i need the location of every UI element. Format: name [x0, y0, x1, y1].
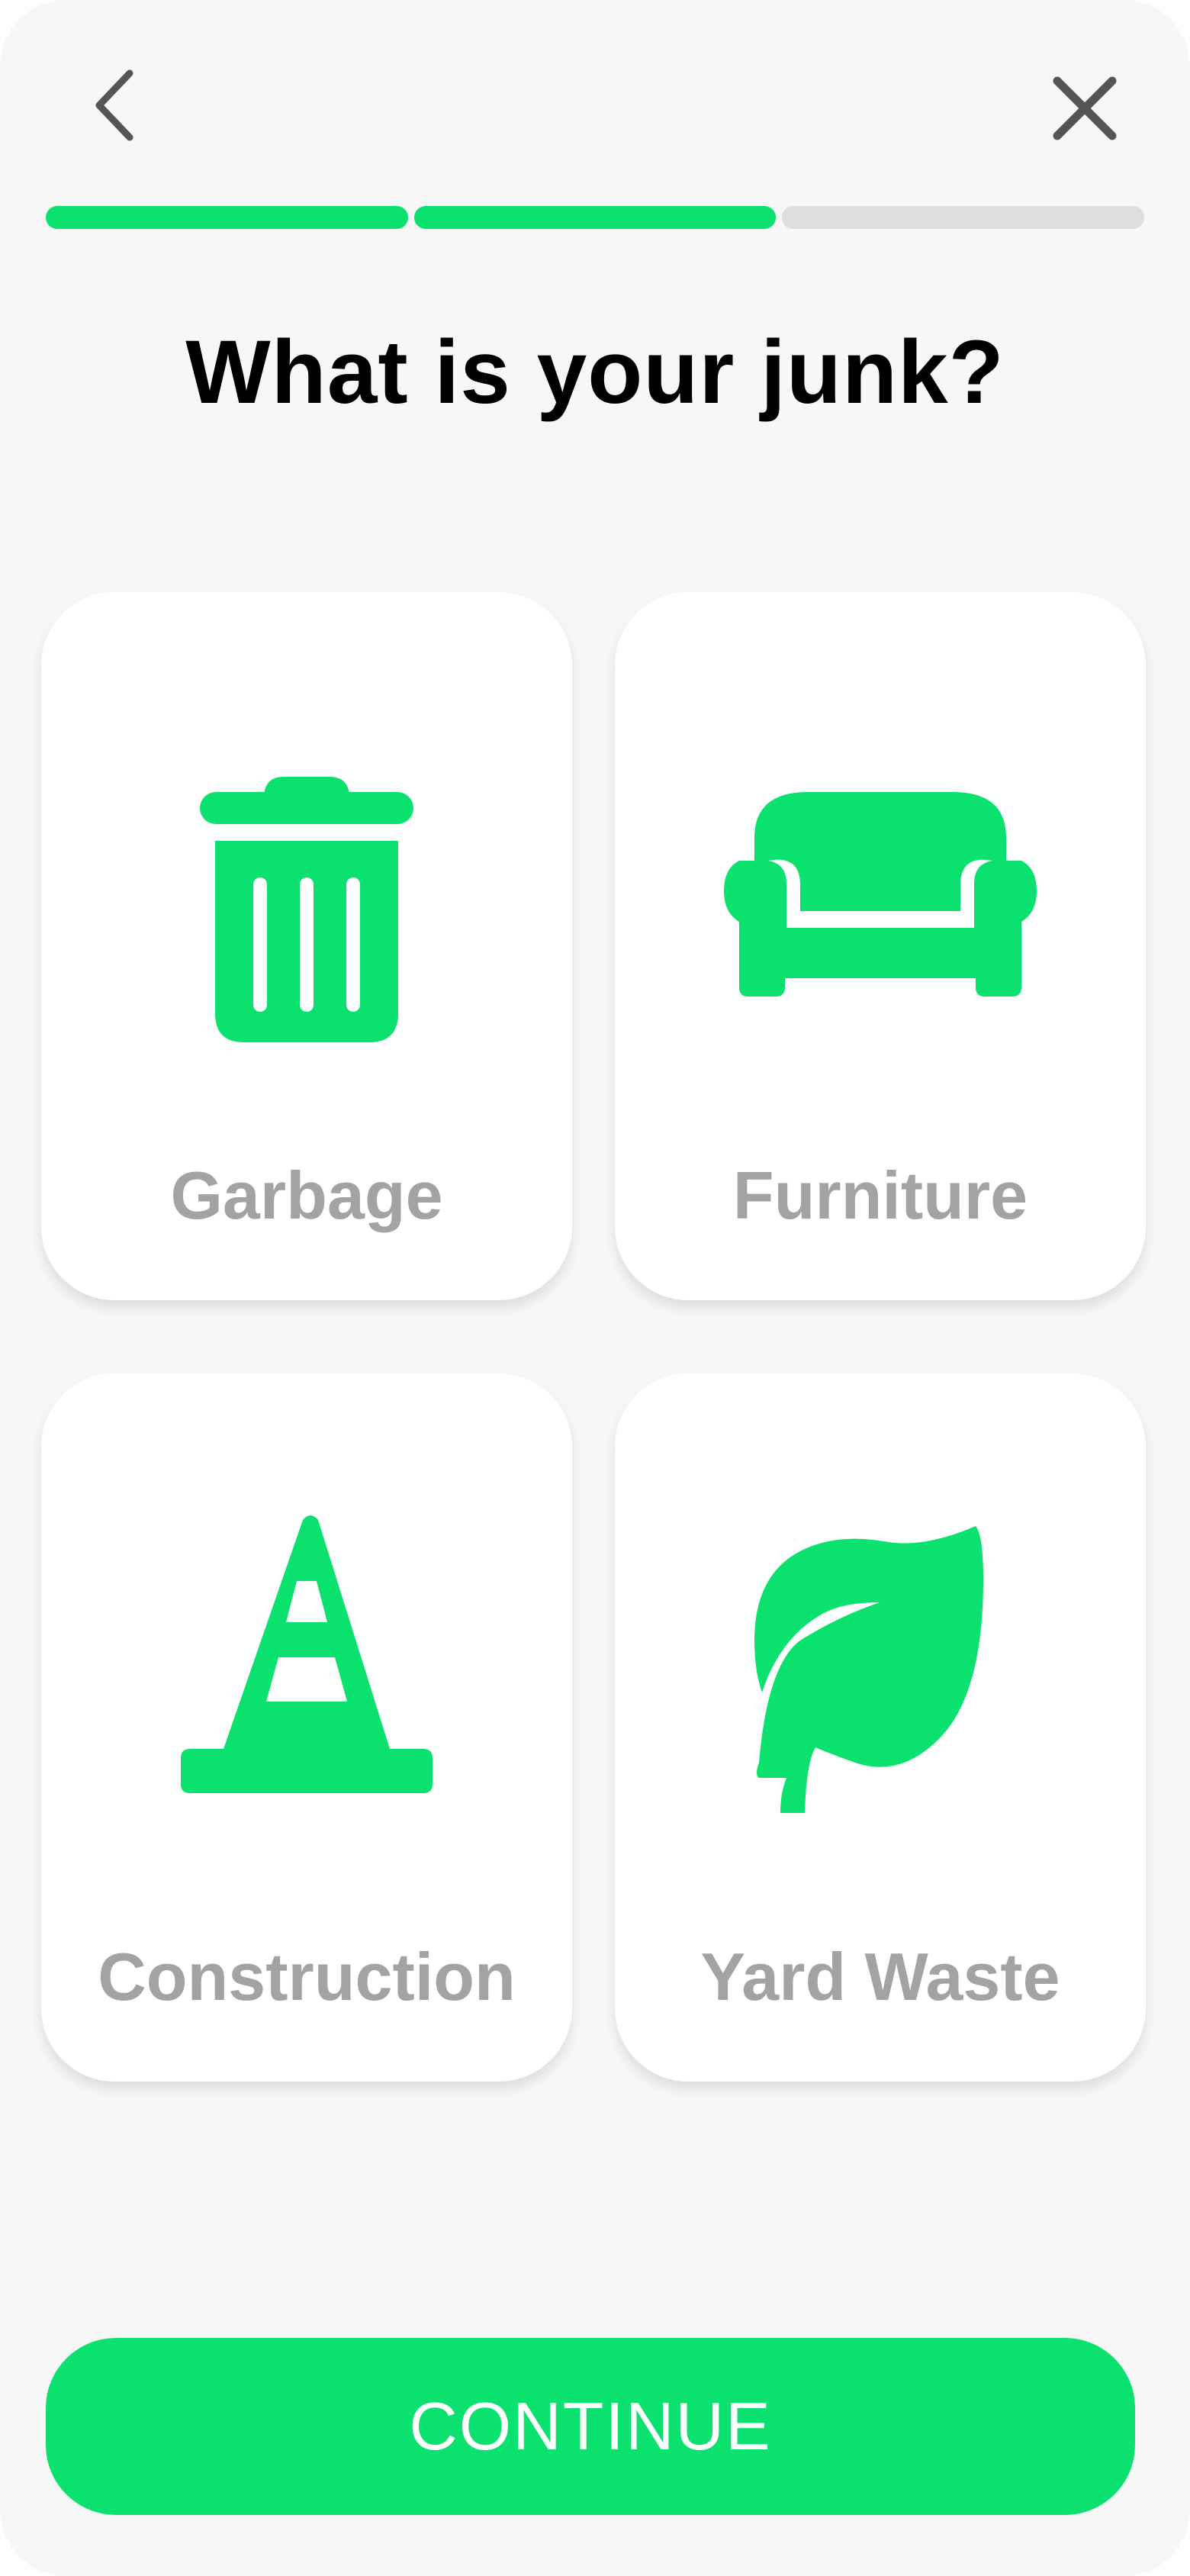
- leaf-icon: [615, 1526, 1146, 1813]
- option-label: Yard Waste: [700, 1939, 1060, 2014]
- option-card-furniture[interactable]: Furniture: [615, 592, 1146, 1300]
- chevron-left-icon: [95, 69, 133, 141]
- option-label: Construction: [98, 1939, 516, 2014]
- progress-step-1: [46, 206, 408, 229]
- progress-step-3: [782, 206, 1145, 229]
- option-label: Furniture: [732, 1158, 1028, 1233]
- trash-can-icon: [41, 775, 572, 1042]
- option-card-yard-waste[interactable]: Yard Waste: [615, 1373, 1146, 2082]
- close-button[interactable]: [1047, 70, 1123, 147]
- back-button[interactable]: [82, 64, 146, 147]
- option-card-garbage[interactable]: Garbage: [41, 592, 572, 1300]
- page-title: What is your junk?: [185, 322, 1005, 423]
- option-label: Garbage: [170, 1158, 443, 1233]
- progress-bar: [46, 206, 1145, 229]
- option-card-construction[interactable]: Construction: [41, 1373, 572, 2082]
- traffic-cone-icon: [41, 1515, 572, 1795]
- close-icon: [1053, 76, 1117, 140]
- progress-step-2: [413, 206, 777, 229]
- junk-type-screen: What is your junk? Garbage Furniture Con…: [0, 0, 1190, 2576]
- sofa-icon: [615, 792, 1146, 998]
- continue-button[interactable]: CONTINUE: [46, 2338, 1135, 2515]
